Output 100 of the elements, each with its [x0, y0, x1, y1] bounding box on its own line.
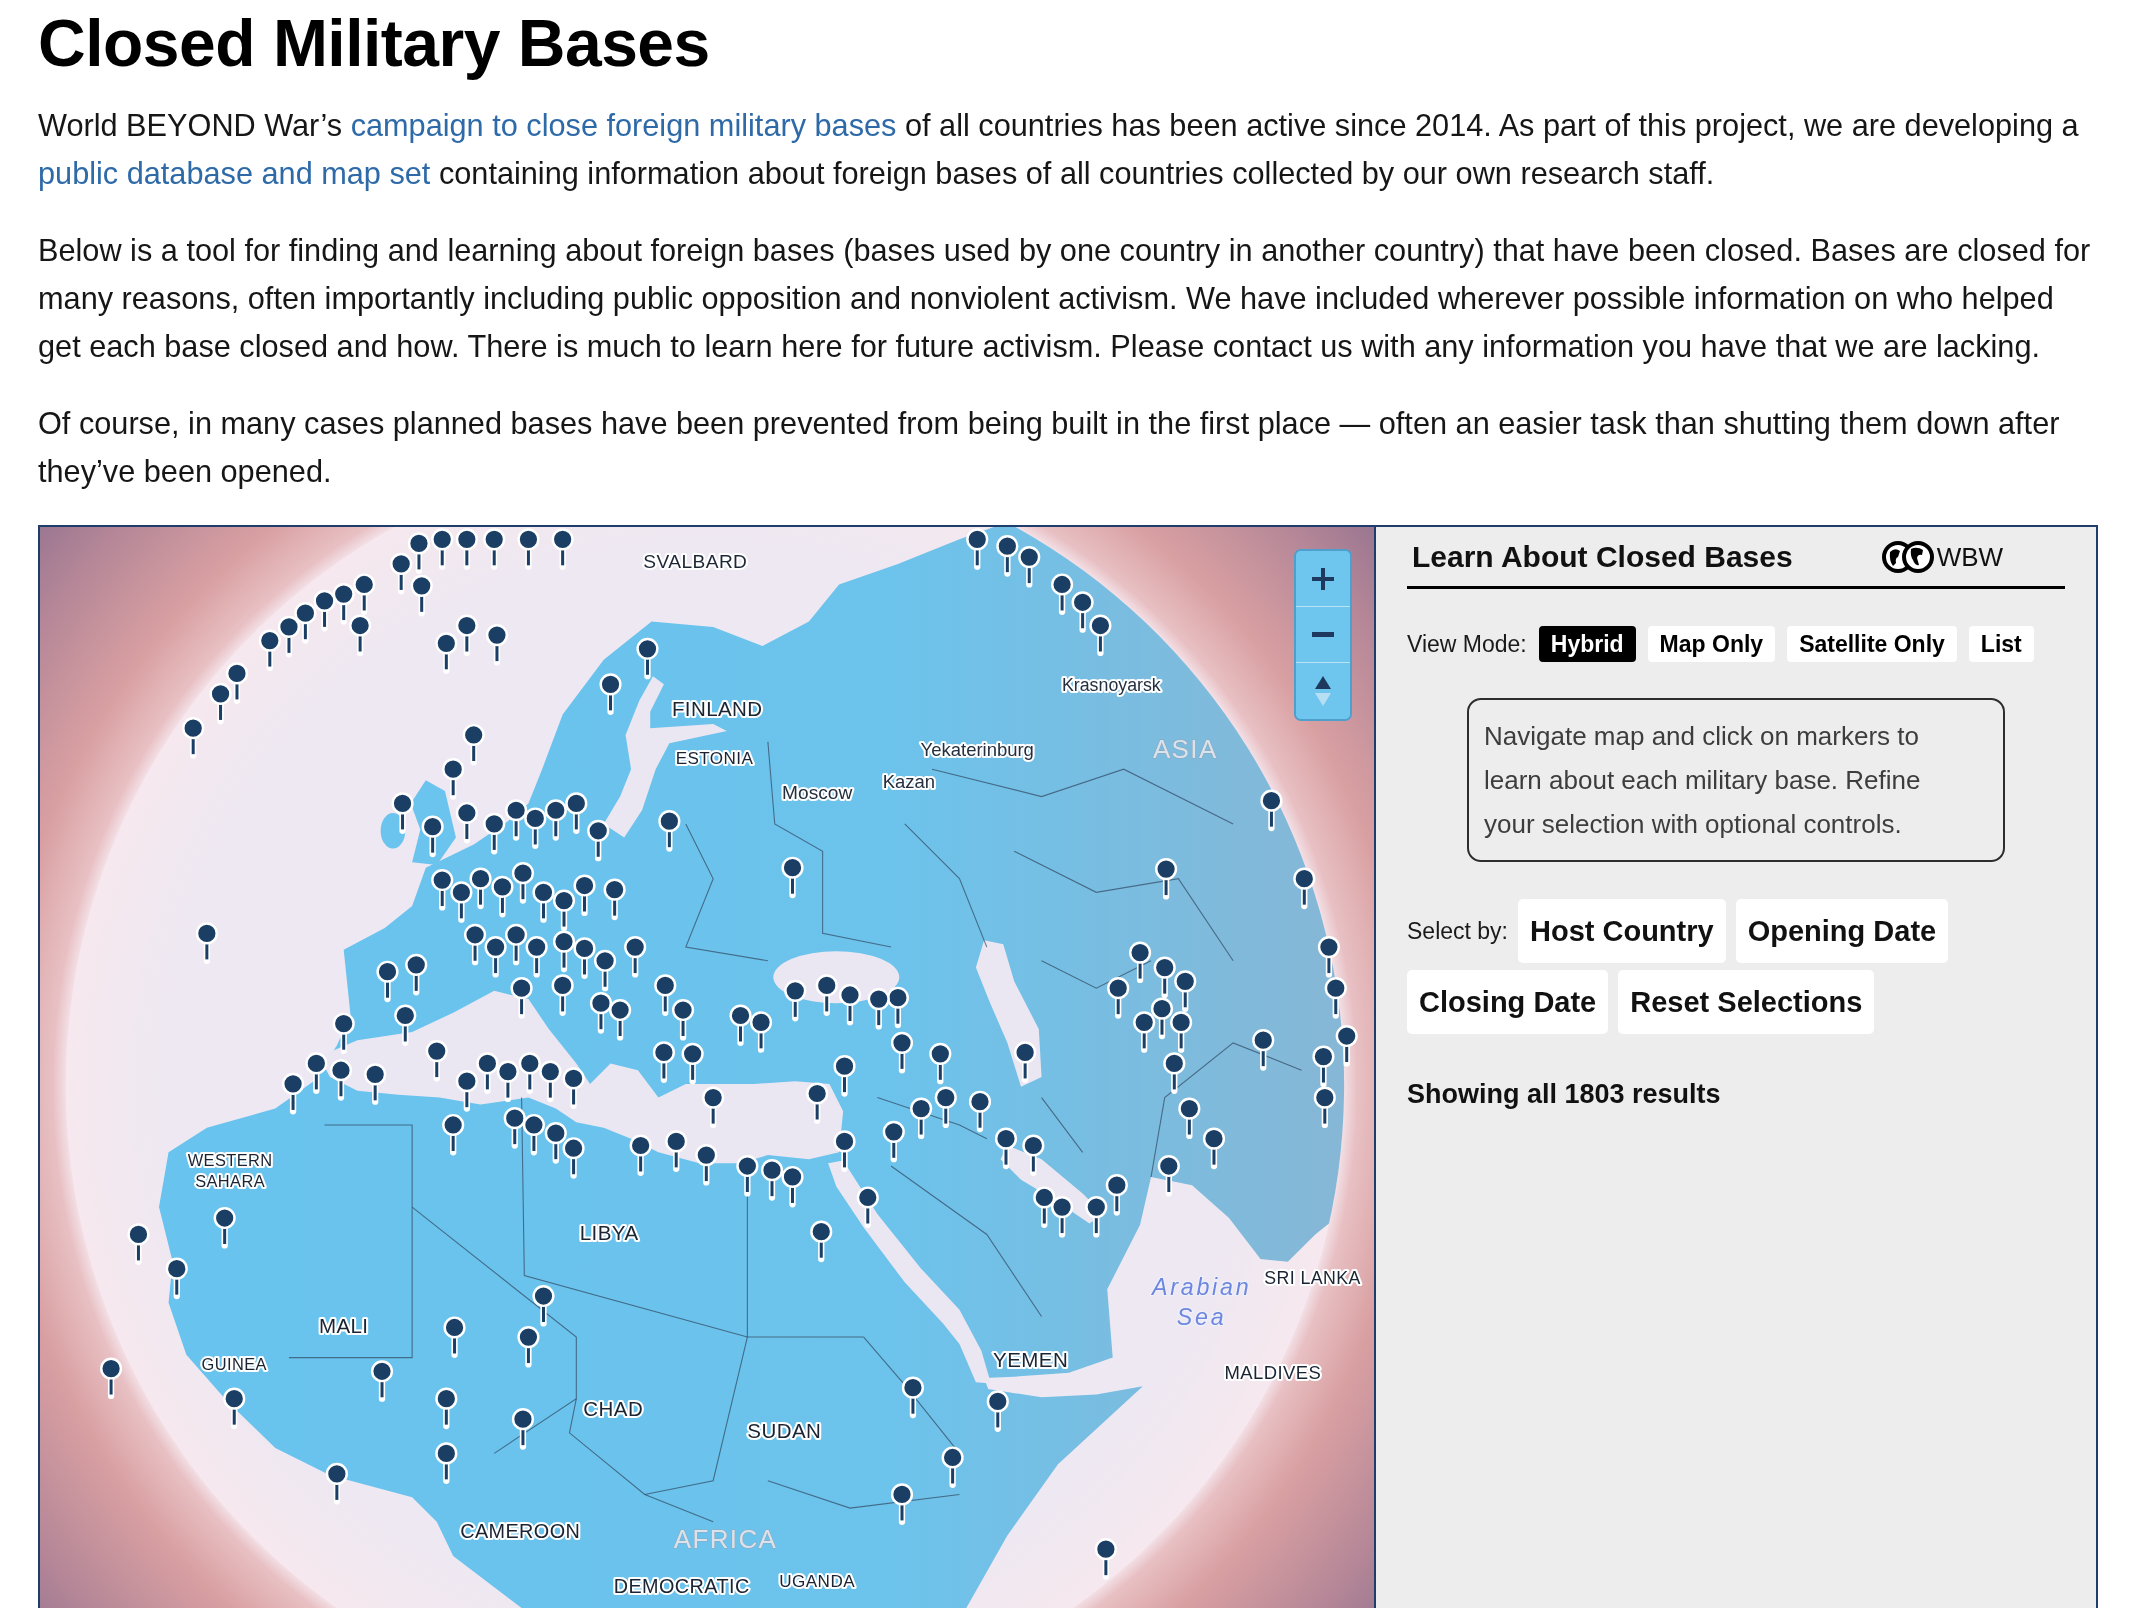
map-pin-icon[interactable]	[890, 1031, 914, 1074]
map-pin-icon[interactable]	[856, 1186, 879, 1228]
map-pin-icon[interactable]	[1014, 1041, 1037, 1083]
map-pin-icon[interactable]	[867, 988, 890, 1030]
map-pin-icon[interactable]	[421, 815, 444, 858]
map-pin-icon[interactable]	[551, 528, 574, 570]
map-pin-icon[interactable]	[435, 632, 458, 674]
map-pin-icon[interactable]	[1324, 977, 1347, 1019]
map-pin-icon[interactable]	[505, 923, 528, 966]
map-pin-icon[interactable]	[455, 614, 478, 657]
map-pin-icon[interactable]	[391, 792, 414, 834]
select-by-button[interactable]: Reset Selections	[1618, 970, 1875, 1034]
map-pin-icon[interactable]	[332, 1012, 355, 1055]
map-pin-icon[interactable]	[636, 637, 659, 680]
map-pin-icon[interactable]	[934, 1086, 957, 1129]
view-mode-tab[interactable]: List	[1968, 626, 2034, 662]
map-pin-icon[interactable]	[815, 974, 838, 1016]
text-link[interactable]: campaign to close foreign military bases	[350, 108, 897, 143]
map-pin-icon[interactable]	[469, 867, 492, 910]
map-pin-icon[interactable]	[1051, 573, 1074, 615]
map-pin-icon[interactable]	[442, 758, 465, 800]
map-pin-icon[interactable]	[532, 881, 555, 923]
map-pin-icon[interactable]	[483, 812, 506, 855]
map-pin-icon[interactable]	[681, 1042, 704, 1085]
map-pin-icon[interactable]	[1071, 591, 1094, 633]
map-pin-icon[interactable]	[1133, 1011, 1156, 1053]
map-pin-icon[interactable]	[573, 937, 596, 979]
map-pin-icon[interactable]	[1022, 1134, 1045, 1176]
map-pin-icon[interactable]	[431, 868, 454, 911]
select-by-button[interactable]: Host Country	[1518, 899, 1726, 963]
map-pin-icon[interactable]	[518, 1052, 541, 1094]
map-pin-icon[interactable]	[910, 1097, 933, 1140]
map-pin-icon[interactable]	[838, 983, 862, 1026]
map-pin-icon[interactable]	[658, 810, 681, 852]
map-pin-icon[interactable]	[544, 1122, 567, 1164]
map-pin-icon[interactable]	[462, 723, 485, 766]
map-pin-icon[interactable]	[760, 1159, 784, 1201]
map-pin-icon[interactable]	[749, 1011, 773, 1053]
map-pin-icon[interactable]	[1163, 1052, 1186, 1094]
map-pin-icon[interactable]	[781, 856, 804, 899]
map-pin-icon[interactable]	[1202, 1127, 1226, 1170]
map-pin-icon[interactable]	[573, 874, 596, 917]
map-pin-icon[interactable]	[882, 1120, 905, 1163]
map-pin-icon[interactable]	[100, 1357, 123, 1400]
map-pin-icon[interactable]	[589, 992, 613, 1034]
map-pin-icon[interactable]	[1085, 1196, 1108, 1238]
map-pin-icon[interactable]	[652, 1041, 675, 1083]
map-pin-icon[interactable]	[544, 799, 567, 841]
map-pin-icon[interactable]	[491, 875, 514, 918]
map-pin-icon[interactable]	[332, 582, 355, 625]
map-pin-icon[interactable]	[941, 1446, 964, 1488]
map-pin-icon[interactable]	[562, 1067, 585, 1109]
map-pin-icon[interactable]	[349, 614, 372, 657]
map-pin-icon[interactable]	[476, 1052, 499, 1094]
map-pin-icon[interactable]	[182, 717, 205, 759]
view-mode-tab[interactable]: Map Only	[1647, 626, 1776, 662]
map-pin-icon[interactable]	[784, 979, 807, 1022]
map-pin-icon[interactable]	[624, 936, 647, 978]
map-pin-icon[interactable]	[1107, 977, 1130, 1019]
map-pin-icon[interactable]	[603, 878, 626, 921]
map-pin-icon[interactable]	[552, 889, 576, 932]
map-pin-icon[interactable]	[225, 662, 249, 704]
map-pin-icon[interactable]	[654, 974, 677, 1016]
map-pin-icon[interactable]	[127, 1223, 150, 1265]
map-pin-icon[interactable]	[552, 930, 576, 973]
map-pin-icon[interactable]	[485, 624, 509, 666]
map-pin-icon[interactable]	[1178, 1097, 1201, 1140]
map-pin-icon[interactable]	[431, 528, 454, 570]
map-pin-icon[interactable]	[551, 974, 574, 1016]
map-pin-icon[interactable]	[496, 1060, 519, 1103]
map-pin-icon[interactable]	[165, 1257, 188, 1300]
map-pin-icon[interactable]	[195, 922, 218, 964]
select-by-button[interactable]: Opening Date	[1735, 899, 1949, 963]
map-pin-icon[interactable]	[594, 949, 617, 992]
map-pin-icon[interactable]	[609, 998, 632, 1041]
map-pin-icon[interactable]	[986, 1390, 1009, 1432]
map-pin-icon[interactable]	[587, 819, 610, 862]
map-pin-icon[interactable]	[1174, 970, 1197, 1012]
map-pin-icon[interactable]	[405, 953, 428, 996]
map-pin-icon[interactable]	[886, 986, 909, 1029]
view-mode-tab[interactable]: Satellite Only	[1787, 626, 1957, 662]
view-mode-tab[interactable]: Hybrid	[1538, 626, 1636, 662]
map-pin-icon[interactable]	[522, 1113, 545, 1156]
map-pin-icon[interactable]	[1317, 936, 1340, 978]
map-pin-icon[interactable]	[483, 528, 506, 570]
map-pin-icon[interactable]	[665, 1130, 688, 1172]
map-pin-icon[interactable]	[539, 1060, 562, 1103]
map-pin-icon[interactable]	[313, 589, 336, 632]
map-pin-icon[interactable]	[901, 1376, 924, 1419]
text-link[interactable]: public database and map set	[38, 156, 431, 191]
map-pin-icon[interactable]	[1153, 956, 1176, 999]
map-pin-icon[interactable]	[810, 1220, 833, 1263]
map-pin-icon[interactable]	[671, 998, 695, 1041]
map-pin-icon[interactable]	[562, 1137, 585, 1179]
map-pin-icon[interactable]	[1018, 546, 1041, 588]
map-pin-icon[interactable]	[781, 1165, 804, 1208]
map-pin-icon[interactable]	[455, 801, 478, 844]
map-pin-icon[interactable]	[1155, 858, 1178, 900]
map-pin-icon[interactable]	[1293, 867, 1316, 910]
map-pin-icon[interactable]	[503, 1107, 526, 1149]
